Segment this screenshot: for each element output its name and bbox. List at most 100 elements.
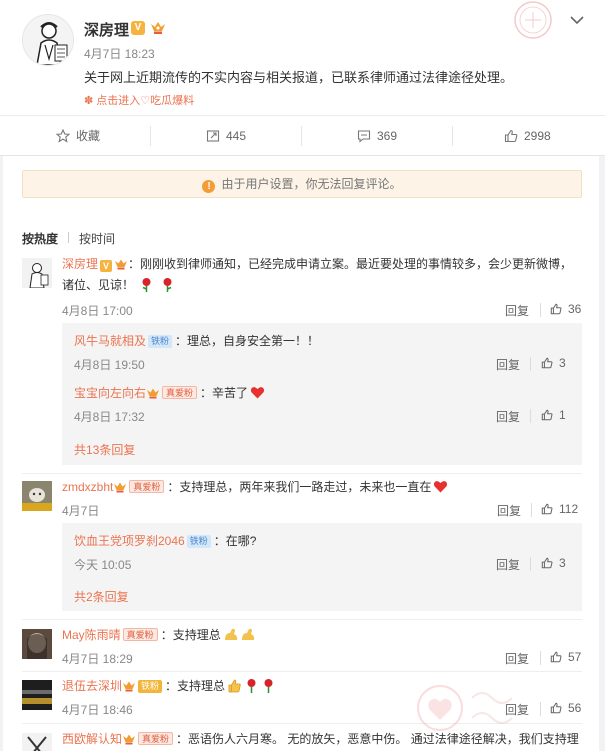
true-fan-badge: 真爱粉: [122, 628, 158, 641]
comment-text: ：刚刚收到律师通知，已经完成申请立案。最近要处理的事情较多，会少更新微博，: [128, 257, 573, 271]
true-fan-badge: 真爱粉: [162, 386, 198, 399]
strong-arm-icon: [224, 628, 254, 640]
comment-body: May陈雨晴 真爱粉 ：支持理总: [62, 625, 257, 645]
reply-button[interactable]: 回复: [505, 302, 529, 319]
comment-like-button[interactable]: 57: [550, 650, 581, 664]
avatar-illustration: [22, 481, 52, 511]
favorite-label: 收藏: [76, 129, 101, 143]
action-divider: [452, 126, 453, 146]
action-divider: [531, 503, 532, 517]
action-divider: [530, 409, 531, 423]
comment-like-count: 56: [568, 701, 582, 715]
comment-body: 深房理 V ：刚刚收到律师通知，已经完成申请立案。最近要处理的事情较多，会少更新微博…: [62, 254, 572, 274]
comment-username[interactable]: 深房理: [62, 257, 98, 271]
action-divider: [540, 702, 541, 716]
vip-crown-icon: [147, 388, 160, 399]
avatar[interactable]: [22, 481, 52, 511]
post-text: 关于网上近期流传的不实内容与相关报道，已联系律师通过法律途径处理。: [84, 70, 514, 85]
sub-reply-like-button[interactable]: 3: [541, 356, 566, 370]
thumbs-up-icon: [541, 557, 553, 569]
comment-username[interactable]: 西欧解认知: [62, 732, 122, 746]
fan-badge: 铁粉: [148, 335, 173, 348]
vip-crown-icon: [123, 734, 136, 745]
sub-reply-username[interactable]: 风牛马就相及: [74, 334, 146, 348]
sub-reply-body: 风牛马就相及 铁粉 ：理总，自身安全第一！！: [74, 331, 319, 351]
sub-reply-like-button[interactable]: 1: [541, 408, 566, 422]
thumbs-up-icon: [541, 503, 553, 515]
vip-crown-icon: [123, 681, 136, 692]
comment-button[interactable]: 369: [357, 116, 397, 156]
comment-count: 369: [377, 129, 398, 143]
avatar[interactable]: [22, 629, 52, 659]
comment-username[interactable]: zmdxzbht: [62, 480, 113, 494]
sub-reply-time: 4月8日 19:50: [74, 358, 145, 372]
thumbs-up-icon: [541, 409, 553, 421]
sub-reply-text: ：在哪?: [213, 534, 257, 548]
reply-button[interactable]: 回复: [497, 502, 521, 519]
more-replies-link[interactable]: 共2条回复: [74, 588, 129, 605]
seal-stamp-icon: [514, 1, 552, 39]
author-avatar[interactable]: [22, 14, 74, 66]
sub-reply-text: ：辛苦了: [200, 386, 249, 400]
comment-time: 4月7日: [62, 504, 100, 518]
action-divider: [530, 357, 531, 371]
reply-button[interactable]: 回复: [505, 650, 529, 667]
sort-by-hot-tab[interactable]: 按热度: [22, 230, 58, 247]
comment-like-button[interactable]: 36: [550, 302, 581, 316]
avatar-illustration: [27, 736, 47, 751]
sub-reply-username[interactable]: 饮血王党项罗刹2046: [74, 534, 185, 548]
star-icon: [55, 128, 71, 143]
avatar[interactable]: [22, 680, 52, 710]
comment-time: 4月8日 17:00: [62, 304, 133, 318]
comment-username[interactable]: 退伍去深圳: [62, 679, 122, 693]
comment-like-count: 36: [568, 302, 582, 316]
reply-restriction-notice: ! 由于用户设置，你无法回复评论。: [22, 170, 582, 198]
comment-body-continued: 诸位、见谅！: [62, 275, 175, 295]
avatar[interactable]: [22, 733, 52, 751]
comment-text-continued: 诸位、见谅！: [62, 278, 135, 292]
comment-time: 4月7日 18:29: [62, 652, 133, 666]
flower-icon: ✽: [84, 95, 94, 107]
verified-v-icon: V: [100, 260, 113, 272]
author-name[interactable]: 深房理: [84, 19, 129, 40]
sub-reply-like-button[interactable]: 3: [541, 556, 566, 570]
comment-like-count: 57: [568, 650, 582, 664]
comment-text: ：支持理总: [160, 628, 221, 642]
repost-button[interactable]: 445: [206, 116, 246, 156]
fan-badge: 铁粉: [138, 680, 163, 693]
true-fan-badge: 真爱粉: [129, 480, 165, 493]
like-button[interactable]: 2998: [504, 116, 551, 156]
heart-icon: [250, 387, 265, 399]
comment-icon: [357, 130, 371, 143]
repost-count: 445: [226, 129, 247, 143]
reply-button[interactable]: 回复: [496, 408, 520, 425]
rose-icon: [247, 679, 256, 693]
vip-crown-icon: [115, 259, 128, 270]
sub-reply-text: ：理总，自身安全第一！！: [175, 334, 320, 348]
comment-like-button[interactable]: 112: [541, 502, 578, 516]
sort-divider: [68, 232, 69, 243]
comment-like-button[interactable]: 56: [550, 701, 581, 715]
favorite-button[interactable]: 收藏: [55, 116, 101, 156]
topic-link[interactable]: ✽ 点击进入♡吃瓜爆料: [84, 92, 194, 108]
sort-by-time-tab[interactable]: 按时间: [79, 230, 115, 247]
author-avatar-illustration: [23, 15, 73, 65]
action-divider: [530, 557, 531, 571]
reply-button[interactable]: 回复: [496, 356, 520, 373]
notice-text: 由于用户设置，你无法回复评论。: [221, 177, 402, 191]
repost-icon: [206, 130, 220, 142]
rose-icon: [142, 278, 151, 292]
avatar-photo: [22, 629, 52, 659]
like-count: 2998: [524, 129, 551, 143]
comment-body: zmdxzbht 真爱粉 ：支持理总，两年来我们一路走过，未来也一直在: [62, 477, 448, 497]
rose-icon: [163, 278, 172, 292]
avatar[interactable]: [22, 258, 52, 288]
reply-button[interactable]: 回复: [496, 556, 520, 573]
chevron-down-icon[interactable]: [568, 13, 586, 27]
more-replies-link[interactable]: 共13条回复: [74, 441, 135, 458]
post-time[interactable]: 4月7日 18:23: [84, 45, 155, 62]
sub-reply-username[interactable]: 宝宝向左向右: [74, 386, 146, 400]
comment-username[interactable]: May陈雨晴: [62, 628, 121, 642]
vip-crown-icon: [114, 482, 127, 493]
rose-icon: [264, 679, 273, 693]
